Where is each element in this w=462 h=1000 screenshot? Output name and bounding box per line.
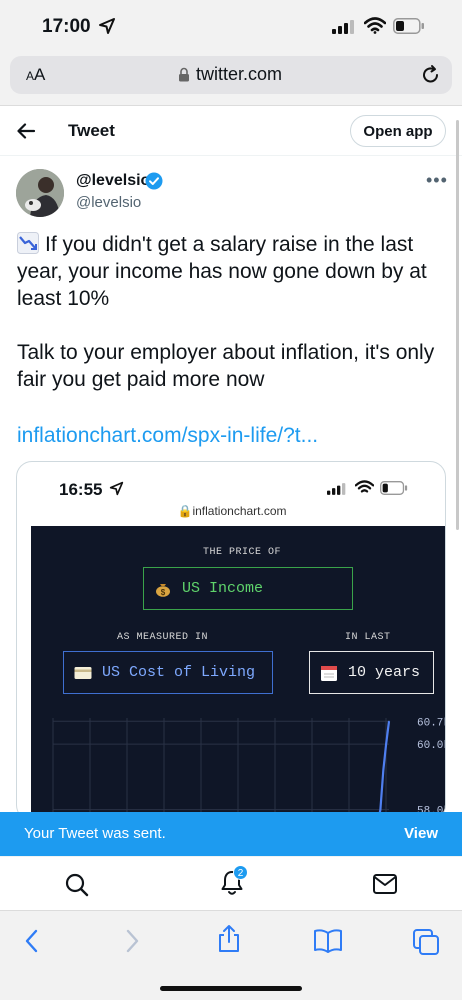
share-icon[interactable]: [216, 924, 242, 954]
chart-point: [388, 720, 390, 722]
home-indicator: [160, 986, 302, 991]
tweet-sent-toast: Your Tweet was sent. View: [0, 812, 462, 856]
embedded-signal-icon: [327, 483, 346, 495]
toast-view-button[interactable]: View: [404, 825, 438, 842]
page-title: Tweet: [68, 121, 115, 140]
reload-icon[interactable]: [420, 64, 442, 86]
tweet-paragraph-1: If you didn't get a salary raise in the …: [17, 231, 447, 312]
chart-y-tick-label: 60.0k: [417, 740, 446, 752]
address-bar[interactable]: AA twitter.com: [10, 56, 452, 94]
tweet-page-header: Tweet Open app: [0, 106, 462, 156]
battery-icon: [393, 18, 424, 34]
embedded-wifi-icon: [355, 480, 374, 493]
open-app-button[interactable]: Open app: [350, 115, 446, 147]
author-handle[interactable]: @levelsio: [76, 194, 141, 211]
wifi-icon: [364, 17, 386, 34]
chart-point: [382, 769, 384, 771]
more-options-icon[interactable]: •••: [426, 170, 448, 191]
text-size-button[interactable]: AA: [26, 65, 45, 85]
browser-address-bar-area: AA twitter.com: [0, 50, 462, 106]
chart-point: [379, 809, 382, 811]
browser-back-icon[interactable]: [22, 928, 42, 954]
browser-forward-icon[interactable]: [122, 928, 142, 954]
chart-y-tick-label: 60.7k: [417, 717, 446, 729]
embedded-url: 🔒inflationchart.com: [177, 504, 287, 518]
address-domain: twitter.com: [196, 64, 283, 84]
bottom-navigation: 2: [0, 856, 462, 910]
inflation-chart-panel: THE PRICE OF $ US Income AS MEASURED IN …: [31, 526, 446, 820]
tweet-text: If you didn't get a salary raise in the …: [17, 231, 447, 393]
tweet-line-2: Talk to your employer about inflation, i…: [17, 341, 435, 391]
lock-icon: [179, 67, 189, 82]
income-chart: 60.7k60.0k58.0k: [52, 717, 446, 820]
search-icon[interactable]: [64, 872, 90, 898]
cellular-signal-icon: [332, 20, 354, 34]
embedded-location-arrow-icon: [109, 481, 124, 496]
tweet-paragraph-gap: [17, 312, 447, 339]
embedded-status-time: 16:55: [59, 480, 103, 499]
toast-message: Your Tweet was sent.: [24, 825, 166, 842]
avatar[interactable]: [16, 169, 64, 217]
chart-decreasing-icon: [17, 232, 39, 254]
tweet-line-1: If you didn't get a salary raise in the …: [17, 233, 427, 310]
scrollbar[interactable]: [456, 120, 459, 530]
author-display-name[interactable]: @levelsio: [76, 172, 150, 190]
location-arrow-icon: [99, 18, 115, 34]
chart-point: [385, 743, 387, 745]
back-arrow-icon[interactable]: [14, 119, 38, 143]
status-time: 17:00: [42, 16, 91, 37]
tweet-link[interactable]: inflationchart.com/spx-in-life/?t...: [17, 424, 318, 448]
verified-badge-icon: [145, 172, 163, 190]
status-bar: 17:00: [0, 0, 462, 50]
tabs-icon[interactable]: [412, 928, 440, 956]
tweet-image-card[interactable]: 16:55 🔒inflationchart.com THE PRICE OF $…: [16, 461, 446, 821]
embedded-battery-icon: [380, 481, 408, 495]
chart-series-line: [377, 721, 391, 820]
notification-count-badge: 2: [233, 865, 248, 880]
bookmarks-icon[interactable]: [313, 928, 343, 954]
messages-envelope-icon[interactable]: [372, 872, 398, 896]
